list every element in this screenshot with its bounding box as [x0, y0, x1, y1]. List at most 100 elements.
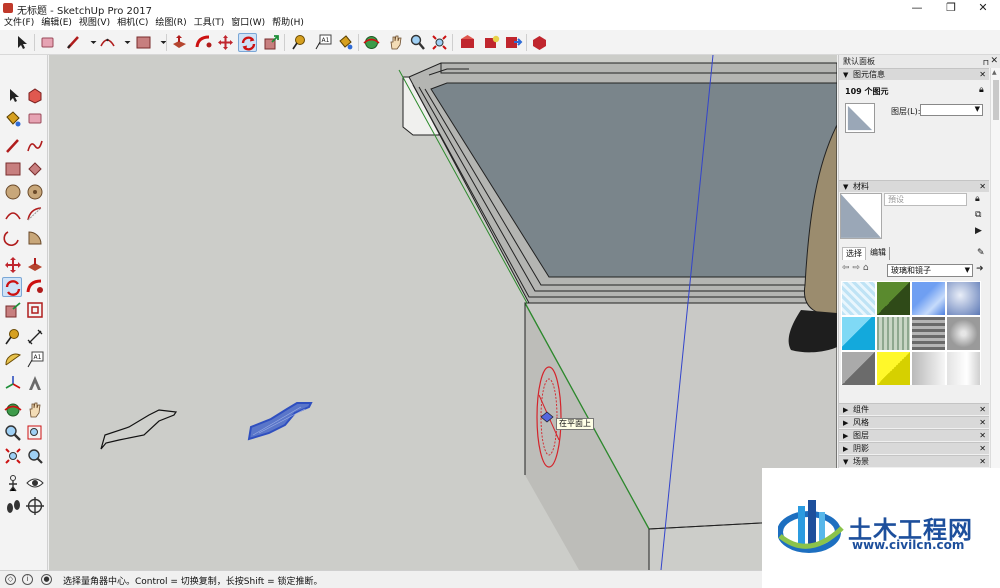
scale-icon[interactable] [3, 300, 23, 320]
rotate-icon[interactable] [2, 277, 22, 297]
geo-location-icon[interactable]: ◇ [5, 574, 16, 585]
credits-icon[interactable]: i [22, 574, 33, 585]
zoom-extents-icon[interactable] [3, 446, 23, 466]
line-dropdown-icon[interactable] [84, 33, 97, 52]
rectangle-icon[interactable] [3, 159, 23, 179]
protractor-icon[interactable] [3, 350, 23, 370]
tray-close-icon[interactable]: ✕ [979, 181, 986, 193]
zoom-window-icon[interactable] [25, 423, 45, 443]
line-tool-icon[interactable] [64, 33, 83, 52]
material-swatch[interactable] [947, 282, 980, 315]
move-icon[interactable] [3, 255, 23, 275]
sample-paint-icon[interactable]: ✎ [977, 248, 985, 258]
entity-info-header[interactable]: ▼ 图元信息 ✕ [839, 68, 989, 80]
close-button[interactable]: ✕ [966, 0, 1000, 16]
scale-tool-icon[interactable] [262, 33, 281, 52]
styles-header[interactable]: ▶ 风格 ✕ [839, 416, 989, 428]
eraser-icon[interactable] [25, 109, 45, 129]
push-pull-tool-icon[interactable] [170, 33, 189, 52]
material-swatch[interactable] [877, 352, 910, 385]
walk-icon[interactable] [3, 496, 23, 516]
zoom-icon[interactable] [3, 423, 23, 443]
shadows-header[interactable]: ▶ 阴影 ✕ [839, 442, 989, 454]
orbit-icon[interactable] [3, 400, 23, 420]
components-header[interactable]: ▶ 组件 ✕ [839, 403, 989, 415]
panel-close-button[interactable]: ✕ [990, 55, 998, 68]
circle-icon[interactable] [3, 182, 23, 202]
tray-close-icon[interactable]: ✕ [979, 443, 986, 455]
menu-tools[interactable]: 工具(T) [194, 17, 225, 29]
material-swatch[interactable] [842, 282, 875, 315]
arc-dropdown-icon[interactable] [118, 33, 131, 52]
maximize-button[interactable]: ❐ [934, 0, 968, 16]
panel-scrollbar[interactable]: ▲ [990, 68, 1000, 470]
select-tool-icon[interactable] [12, 33, 31, 52]
make-component-icon[interactable] [25, 86, 45, 106]
select-tool-icon[interactable] [3, 86, 23, 106]
lock-icon[interactable]: 🔒︎ [979, 85, 984, 95]
material-name-field[interactable]: 預设 [884, 193, 967, 206]
home-icon[interactable]: ⌂ [863, 263, 869, 273]
text-icon[interactable]: A1 [25, 350, 45, 370]
dimension-icon[interactable] [25, 327, 45, 347]
line-icon[interactable] [3, 136, 23, 156]
freehand-icon[interactable] [25, 136, 45, 156]
shape-dropdown-icon[interactable] [154, 33, 167, 52]
arc-tool-icon[interactable] [98, 33, 117, 52]
pie-icon[interactable] [25, 228, 45, 248]
back-arrow-icon[interactable]: ⇦ [842, 263, 850, 273]
extension-warehouse-icon[interactable] [530, 33, 549, 52]
zoom-extents-tool-icon[interactable] [430, 33, 449, 52]
follow-me-tool-icon[interactable] [194, 33, 213, 52]
material-swatch[interactable] [912, 352, 945, 385]
forward-arrow-icon[interactable]: ⇨ [852, 263, 860, 273]
rotate-tool-icon[interactable] [238, 33, 257, 52]
menu-edit[interactable]: 编辑(E) [41, 17, 72, 29]
share-component-icon[interactable] [482, 33, 501, 52]
previous-view-icon[interactable] [25, 446, 45, 466]
3d-warehouse-icon[interactable] [458, 33, 477, 52]
axes-icon[interactable] [3, 373, 23, 393]
scroll-up-icon[interactable]: ▲ [992, 69, 997, 76]
menu-view[interactable]: 视图(V) [79, 17, 110, 29]
paint-bucket-tool-icon[interactable] [336, 33, 355, 52]
offset-icon[interactable] [25, 300, 45, 320]
menu-window[interactable]: 窗口(W) [231, 17, 265, 29]
drawing-viewport[interactable]: 在平面上 [49, 55, 837, 570]
polygon-icon[interactable] [25, 182, 45, 202]
default-material-icon[interactable]: ▶ [975, 226, 982, 236]
material-swatch[interactable] [842, 317, 875, 350]
three-point-arc-icon[interactable] [3, 228, 23, 248]
tray-close-icon[interactable]: ✕ [979, 404, 986, 416]
zoom-tool-icon[interactable] [408, 33, 427, 52]
orbit-tool-icon[interactable] [362, 33, 381, 52]
rectangle-tool-icon[interactable] [134, 33, 153, 52]
scenes-header[interactable]: ▼ 场景 ✕ [839, 455, 989, 467]
3d-text-icon[interactable] [25, 373, 45, 393]
layer-select[interactable]: ▼ [920, 104, 983, 116]
tray-close-icon[interactable]: ✕ [979, 417, 986, 429]
user-account-icon[interactable]: ● [41, 574, 52, 585]
material-swatch[interactable] [947, 317, 980, 350]
position-camera-icon[interactable] [3, 473, 23, 493]
look-around-icon[interactable] [25, 473, 45, 493]
material-swatch[interactable] [877, 317, 910, 350]
material-swatch[interactable] [912, 282, 945, 315]
tape-measure-tool-icon[interactable] [290, 33, 309, 52]
tab-select[interactable]: 选择 [842, 247, 866, 260]
scene-canvas[interactable] [49, 55, 837, 570]
move-tool-icon[interactable] [216, 33, 235, 52]
materials-header[interactable]: ▼ 材料 ✕ [839, 180, 989, 192]
paint-bucket-icon[interactable] [3, 109, 23, 129]
tray-close-icon[interactable]: ✕ [979, 456, 986, 468]
tray-close-icon[interactable]: ✕ [979, 69, 986, 81]
menu-camera[interactable]: 相机(C) [117, 17, 148, 29]
material-swatch[interactable] [912, 317, 945, 350]
create-material-icon[interactable]: ⧉ [975, 210, 981, 220]
details-arrow-icon[interactable]: ➜ [976, 264, 984, 274]
push-pull-icon[interactable] [25, 255, 45, 275]
material-library-select[interactable]: 玻璃和镜子 ▼ [887, 264, 973, 277]
pan-icon[interactable] [25, 400, 45, 420]
scroll-thumb[interactable] [993, 80, 999, 120]
lock-icon[interactable]: 🔒︎ [975, 194, 980, 204]
